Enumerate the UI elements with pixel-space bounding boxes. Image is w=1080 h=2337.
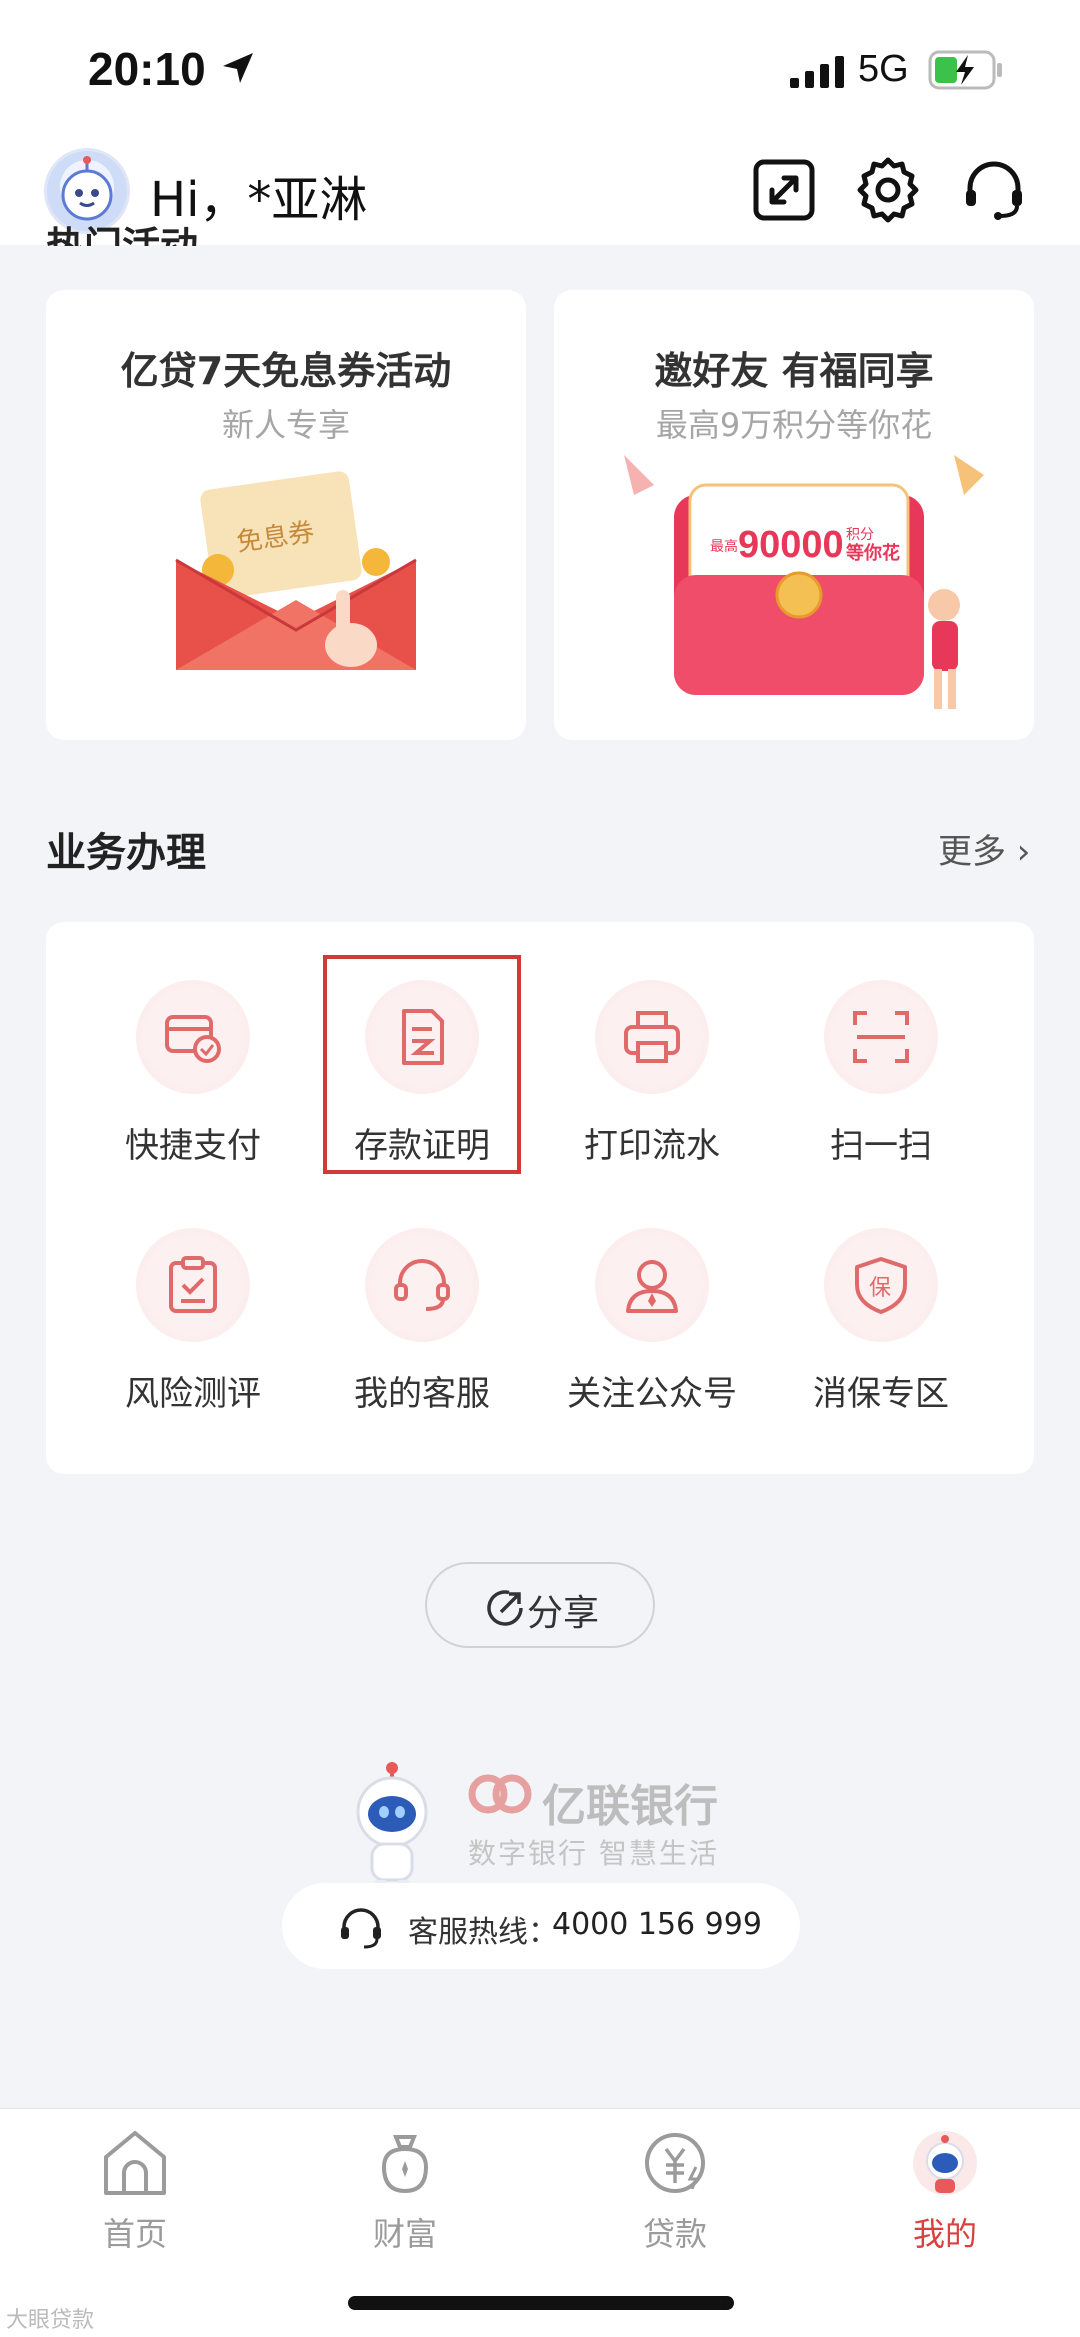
highlight-number: 90000: [738, 524, 844, 566]
status-bar: 20:10 5G: [0, 0, 1080, 140]
service-consumer-protection[interactable]: 保 消保专区: [766, 1228, 996, 1448]
tab-label: 财富: [372, 2215, 437, 2253]
location-arrow-icon: [223, 53, 253, 83]
highlight-tail: 等你花: [846, 542, 900, 564]
share-button[interactable]: 分享: [425, 1562, 655, 1648]
promo-subtitle: 新人专享: [221, 406, 350, 444]
bank-slogan: 数字银行 智慧生活: [468, 1837, 719, 1870]
service-icon-bg: [595, 980, 709, 1094]
service-label: 消保专区: [813, 1374, 949, 1414]
robot-mascot-icon: [356, 1762, 428, 1896]
tab-mine[interactable]: 我的: [810, 2109, 1080, 2259]
signal-icon: [790, 56, 844, 88]
tab-loan[interactable]: 贷款: [540, 2109, 810, 2259]
bank-logo-icon: [468, 1774, 532, 1814]
highlight-unit: 积分: [846, 527, 874, 543]
person-icon: [626, 1260, 678, 1313]
service-icon-bg: [136, 1228, 250, 1342]
service-print-statement[interactable]: 打印流水: [537, 980, 767, 1200]
service-label: 打印流水: [584, 1126, 720, 1166]
share-label: 分享: [527, 1593, 600, 1634]
loan-icon: [645, 2133, 705, 2193]
clipboard-check-icon: [169, 1256, 217, 1313]
tab-wealth[interactable]: 财富: [270, 2109, 540, 2259]
tab-label: 我的: [912, 2215, 977, 2253]
tab-home[interactable]: 首页: [0, 2109, 270, 2259]
promo-card-loan-coupon[interactable]: 亿贷7天免息券活动 新人专享 免息券: [46, 290, 526, 740]
service-icon-bg: [595, 1228, 709, 1342]
service-icon-bg: [824, 980, 938, 1094]
share-icon: [487, 1590, 523, 1626]
hotline-label: 客服热线：: [408, 1915, 558, 1950]
profile-avatar-icon: [913, 2131, 977, 2195]
robot-avatar-icon: [61, 156, 113, 221]
promo-title: 亿贷7天免息券活动: [120, 349, 452, 393]
hotline-number: 4000 156 999: [552, 1907, 762, 1942]
more-link[interactable]: 更多 ›: [938, 824, 1030, 873]
svg-text:保: 保: [869, 1276, 891, 1301]
hotline-headset-icon: [341, 1908, 381, 1949]
promo-subtitle: 最高9万积分等你花: [655, 406, 933, 444]
service-icon-bg: [136, 980, 250, 1094]
card-check-icon: [165, 1015, 221, 1063]
service-label: 关注公众号: [567, 1374, 737, 1414]
scan-icon: [853, 1011, 909, 1063]
printer-icon: [624, 1011, 680, 1063]
highlight-frame: [323, 955, 521, 1174]
tab-label: 首页: [102, 2215, 167, 2253]
service-scan[interactable]: 扫一扫: [766, 980, 996, 1200]
home-icon: [104, 2131, 166, 2195]
highlight-prefix: 最高: [710, 538, 738, 555]
battery-charging-icon: [928, 50, 1002, 90]
service-icon-bg: [365, 1228, 479, 1342]
fullscreen-icon[interactable]: [750, 156, 818, 224]
promo-title: 邀好友 有福同享: [654, 349, 934, 393]
headset-icon: [394, 1259, 450, 1311]
wealth-icon: [381, 2135, 429, 2194]
hot-activities-title: 热门活动: [46, 226, 198, 246]
service-icon-bg: 保: [824, 1228, 938, 1342]
service-label: 快捷支付: [125, 1126, 261, 1166]
tab-label: 贷款: [642, 2215, 707, 2253]
network-type: 5G: [858, 48, 909, 90]
shield-icon: 保: [855, 1257, 907, 1314]
watermark: 大眼贷款: [6, 2308, 95, 2333]
red-envelope-illustration: 最高 90000 积分 等你花: [624, 455, 984, 709]
promo-card-invite-friends[interactable]: 邀好友 有福同享 最高9万积分等你花 最高 90000 积分 等你花: [554, 290, 1034, 740]
bank-name: 亿联银行: [542, 1781, 718, 1832]
service-label: 风险测评: [125, 1374, 261, 1414]
customer-service-icon[interactable]: [960, 156, 1028, 224]
home-indicator: [348, 2296, 734, 2310]
service-my-support[interactable]: 我的客服: [307, 1228, 537, 1448]
status-time: 20:10: [88, 43, 206, 95]
greeting-text: Hi，*亚淋: [150, 172, 368, 228]
service-label: 我的客服: [354, 1374, 490, 1414]
service-quick-pay[interactable]: 快捷支付: [78, 980, 308, 1200]
service-follow-official-account[interactable]: 关注公众号: [537, 1228, 767, 1448]
business-section-title: 业务办理: [46, 830, 206, 876]
service-label: 扫一扫: [830, 1126, 932, 1166]
hotline-bar[interactable]: 客服热线： 4000 156 999: [282, 1883, 800, 1969]
coupon-envelope-illustration: 免息券: [175, 471, 417, 670]
settings-gear-icon[interactable]: [854, 156, 922, 224]
avatar[interactable]: [44, 148, 130, 234]
service-risk-assessment[interactable]: 风险测评: [78, 1228, 308, 1448]
